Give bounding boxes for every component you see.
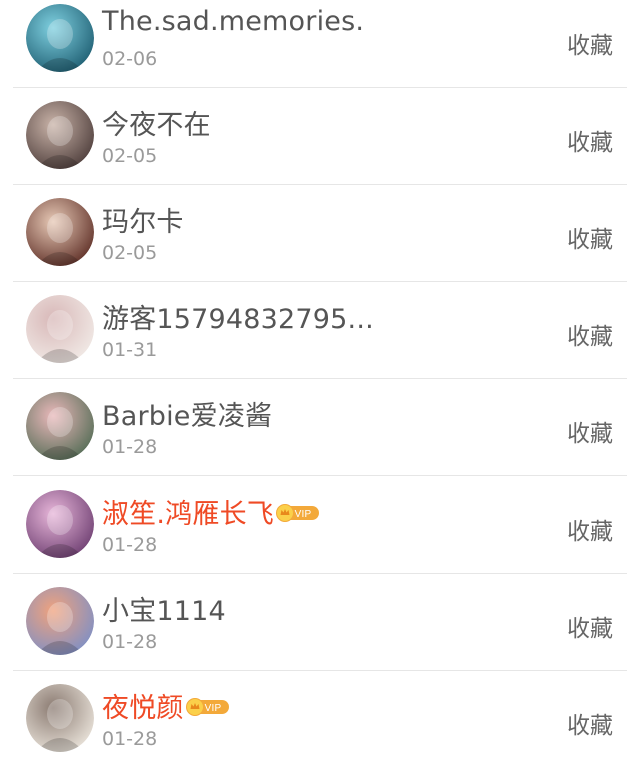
list-item[interactable]: 夜悦颜 VIP 01-28 收藏 bbox=[0, 671, 640, 768]
collect-label: 收藏 bbox=[567, 227, 613, 253]
avatar[interactable] bbox=[26, 490, 94, 558]
user-name[interactable]: Barbie爱凌酱 bbox=[102, 394, 272, 433]
collect-date: 02-05 bbox=[102, 145, 158, 167]
list-item[interactable]: The.sad.memories. 02-06 收藏 bbox=[0, 0, 640, 88]
user-name[interactable]: 游客15794832795... bbox=[102, 297, 374, 336]
collect-label: 收藏 bbox=[567, 130, 613, 156]
vip-badge-icon: VIP bbox=[185, 697, 230, 716]
collect-date: 01-31 bbox=[102, 339, 158, 361]
user-name-text: 夜悦颜 bbox=[102, 693, 184, 724]
collect-date: 01-28 bbox=[102, 631, 158, 653]
user-name[interactable]: The.sad.memories. bbox=[102, 6, 364, 37]
user-name[interactable]: 今夜不在 bbox=[102, 103, 211, 142]
avatar[interactable] bbox=[26, 295, 94, 363]
collect-label: 收藏 bbox=[567, 713, 613, 739]
avatar[interactable] bbox=[26, 198, 94, 266]
row-divider bbox=[13, 475, 627, 476]
collect-date: 01-28 bbox=[102, 534, 158, 556]
collect-date: 02-05 bbox=[102, 242, 158, 264]
list-item[interactable]: 小宝1114 01-28 收藏 bbox=[0, 574, 640, 671]
svg-text:VIP: VIP bbox=[204, 703, 221, 714]
user-name-text: 游客15794832795... bbox=[102, 304, 374, 335]
avatar[interactable] bbox=[26, 392, 94, 460]
collect-date: 02-06 bbox=[102, 48, 158, 70]
user-name-text: Barbie爱凌酱 bbox=[102, 401, 273, 432]
vip-badge-icon: VIP bbox=[275, 503, 320, 522]
collect-label: 收藏 bbox=[567, 519, 613, 545]
avatar[interactable] bbox=[26, 101, 94, 169]
user-name-text: The.sad.memories. bbox=[102, 6, 365, 37]
user-name[interactable]: 夜悦颜 VIP bbox=[102, 686, 230, 725]
user-name-text: 玛尔卡 bbox=[102, 207, 184, 238]
collect-label: 收藏 bbox=[567, 616, 613, 642]
user-name-text: 今夜不在 bbox=[102, 110, 211, 141]
user-name[interactable]: 淑笙.鸿雁长飞 VIP bbox=[102, 492, 320, 531]
collect-date: 01-28 bbox=[102, 436, 158, 458]
list-item[interactable]: 今夜不在 02-05 收藏 bbox=[0, 88, 640, 185]
list-item[interactable]: 游客15794832795... 01-31 收藏 bbox=[0, 282, 640, 379]
collect-label: 收藏 bbox=[567, 324, 613, 350]
user-name[interactable]: 玛尔卡 bbox=[102, 200, 184, 239]
collect-label: 收藏 bbox=[567, 33, 613, 59]
user-name[interactable]: 小宝1114 bbox=[102, 589, 226, 628]
svg-text:VIP: VIP bbox=[295, 509, 312, 520]
collect-label: 收藏 bbox=[567, 421, 613, 447]
avatar[interactable] bbox=[26, 684, 94, 752]
user-name-text: 淑笙.鸿雁长飞 bbox=[102, 499, 274, 530]
list-item[interactable]: 淑笙.鸿雁长飞 VIP 01-28 收藏 bbox=[0, 477, 640, 574]
collector-list: The.sad.memories. 02-06 收藏 今夜不在 02-05 收藏 玛尔卡 02… bbox=[0, 0, 640, 764]
avatar[interactable] bbox=[26, 4, 94, 72]
collect-date: 01-28 bbox=[102, 728, 158, 750]
list-item[interactable]: 玛尔卡 02-05 收藏 bbox=[0, 185, 640, 282]
user-name-text: 小宝1114 bbox=[102, 596, 226, 627]
list-item[interactable]: Barbie爱凌酱 01-28 收藏 bbox=[0, 379, 640, 476]
avatar[interactable] bbox=[26, 587, 94, 655]
